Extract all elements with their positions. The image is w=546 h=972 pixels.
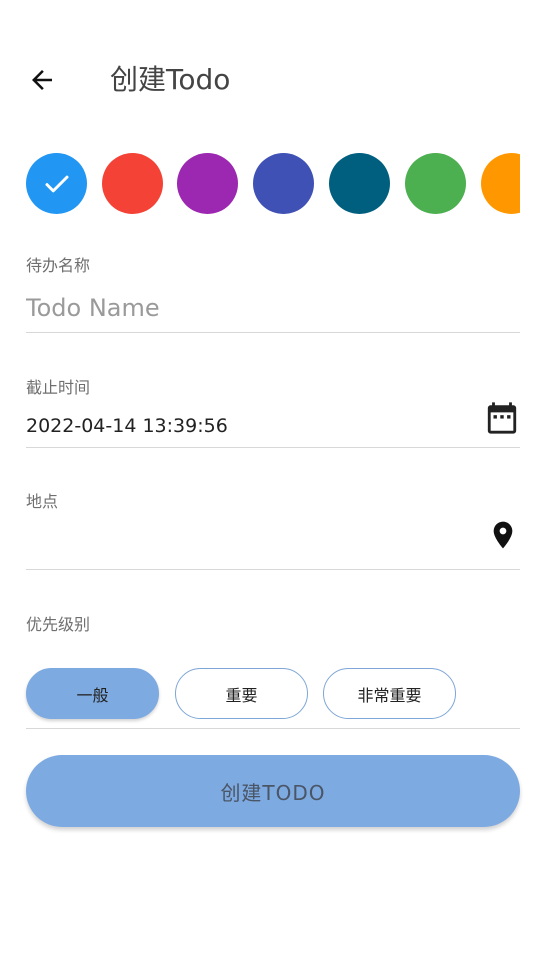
todo-name-input[interactable] [26, 290, 466, 326]
page-title: 创建Todo [110, 63, 231, 96]
location-field: 地点 [26, 486, 520, 570]
back-button[interactable] [22, 60, 62, 100]
deadline-field: 截止时间 2022-04-14 13:39:56 [26, 372, 520, 448]
priority-option-very-important[interactable]: 非常重要 [323, 668, 456, 719]
app-bar: 创建Todo [0, 0, 546, 160]
deadline-value[interactable]: 2022-04-14 13:39:56 [26, 415, 228, 437]
color-swatch-teal[interactable] [329, 153, 390, 214]
arrow-left-icon [32, 70, 52, 90]
calendar-icon [487, 402, 517, 434]
location-button[interactable] [486, 518, 520, 552]
color-picker [26, 153, 520, 215]
location-input[interactable] [26, 524, 466, 558]
color-swatch-red[interactable] [102, 153, 163, 214]
color-swatch-purple[interactable] [177, 153, 238, 214]
priority-section: 优先级别 一般 重要 非常重要 [26, 605, 520, 729]
color-swatch-orange[interactable] [481, 153, 520, 214]
color-swatch-blue[interactable] [26, 153, 87, 214]
deadline-label: 截止时间 [26, 378, 91, 397]
location-pin-icon [493, 521, 513, 549]
todo-name-field: 待办名称 [26, 250, 520, 333]
create-todo-button[interactable]: 创建TODO [26, 755, 520, 827]
priority-option-important[interactable]: 重要 [175, 668, 308, 719]
todo-name-label: 待办名称 [26, 256, 91, 275]
priority-option-normal[interactable]: 一般 [26, 668, 159, 719]
location-label: 地点 [26, 492, 59, 511]
color-swatch-green[interactable] [405, 153, 466, 214]
color-swatch-indigo[interactable] [253, 153, 314, 214]
priority-label: 优先级别 [26, 615, 91, 634]
calendar-button[interactable] [485, 401, 519, 435]
check-icon [45, 175, 68, 192]
